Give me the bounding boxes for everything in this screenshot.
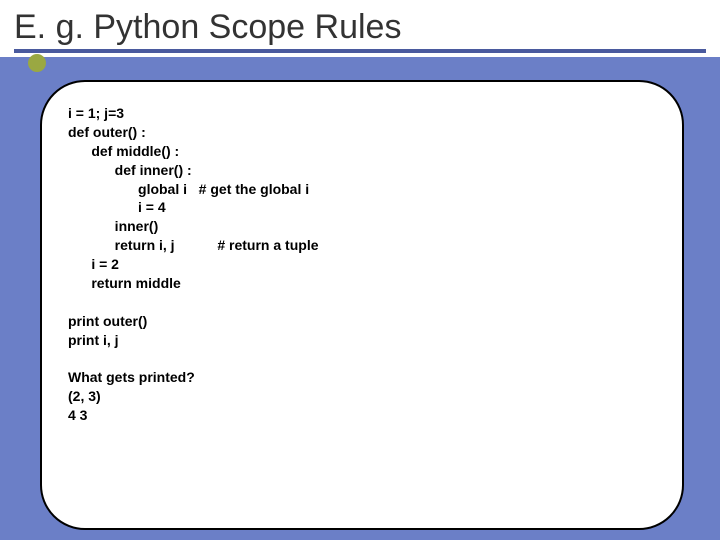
code-line: i = 1; j=3 xyxy=(68,105,124,121)
slide-title: E. g. Python Scope Rules xyxy=(14,8,706,47)
title-underline xyxy=(14,49,706,53)
title-area: E. g. Python Scope Rules xyxy=(0,0,720,57)
code-line: 4 3 xyxy=(68,407,87,423)
slide: E. g. Python Scope Rules i = 1; j=3 def … xyxy=(0,0,720,540)
code-line: def inner() : xyxy=(68,162,192,178)
code-line: def outer() : xyxy=(68,124,146,140)
code-line: print outer() xyxy=(68,313,147,329)
bullet-dot-icon xyxy=(28,54,46,72)
code-line: global i # get the global i xyxy=(68,181,309,197)
code-line: i = 2 xyxy=(68,256,119,272)
code-line: What gets printed? xyxy=(68,369,195,385)
bullet-decor xyxy=(28,54,46,77)
code-line: return middle xyxy=(68,275,181,291)
code-block: i = 1; j=3 def outer() : def middle() : … xyxy=(68,104,656,425)
content-box: i = 1; j=3 def outer() : def middle() : … xyxy=(40,80,684,530)
code-line: inner() xyxy=(68,218,158,234)
code-line: (2, 3) xyxy=(68,388,101,404)
code-line: return i, j # return a tuple xyxy=(68,237,319,253)
code-line: i = 4 xyxy=(68,199,166,215)
code-line: print i, j xyxy=(68,332,119,348)
code-line: def middle() : xyxy=(68,143,179,159)
